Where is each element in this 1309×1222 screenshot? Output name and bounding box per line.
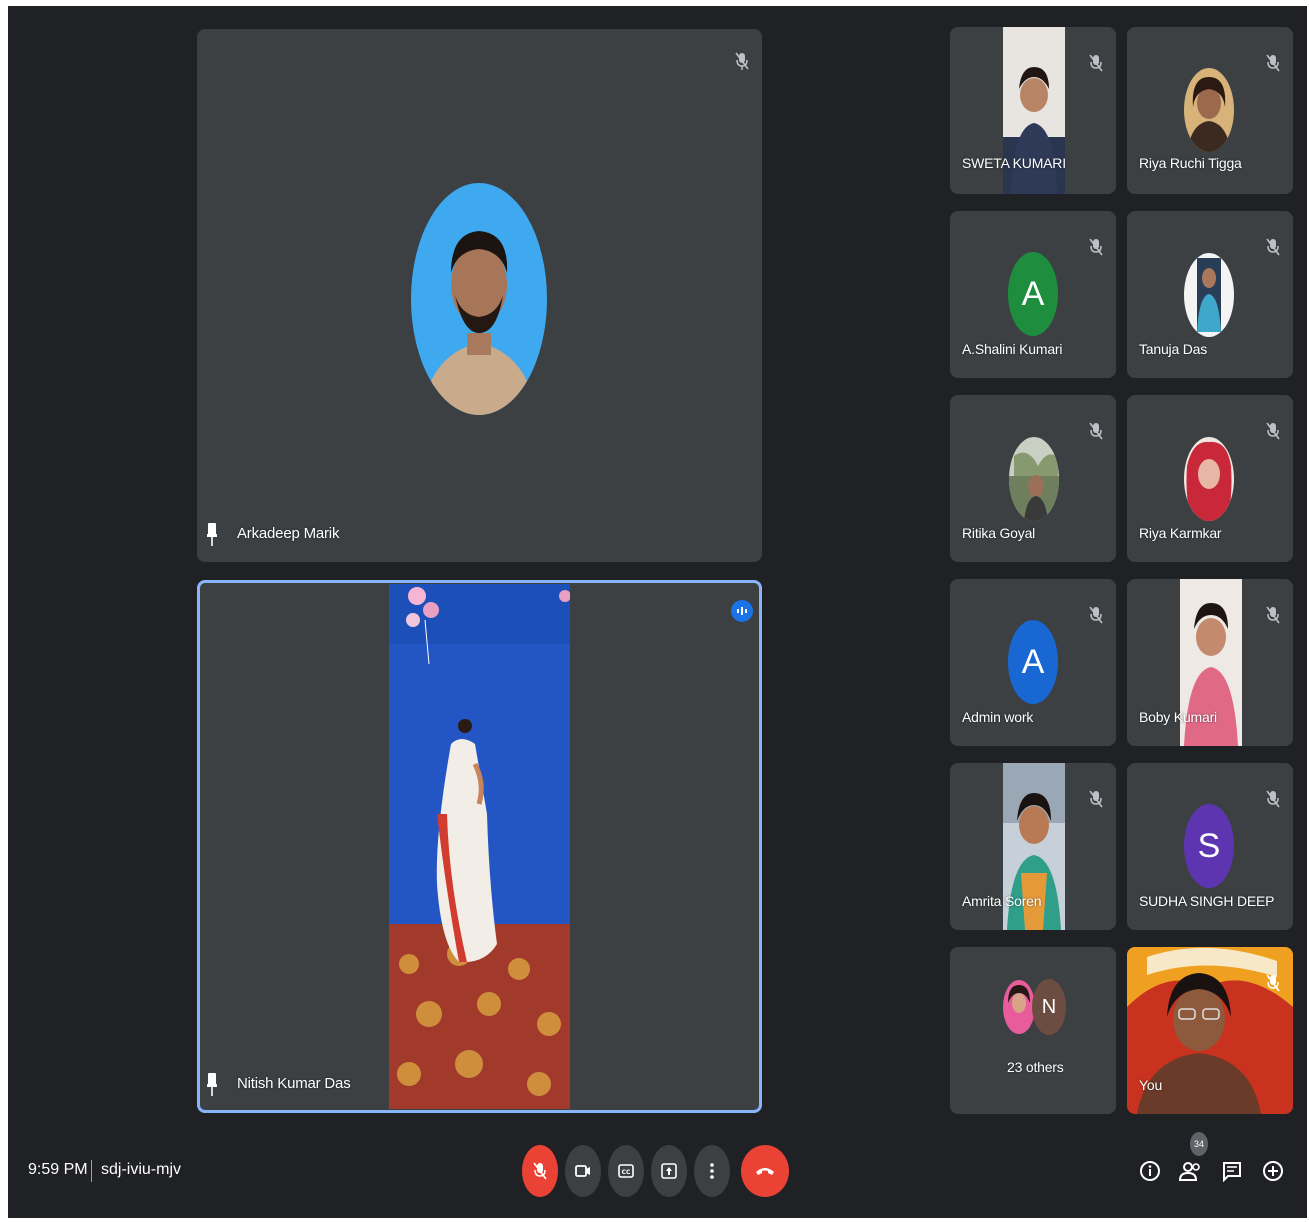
people-button[interactable] [1178, 1158, 1204, 1184]
mic-off-icon [735, 52, 749, 70]
svg-text:CC: CC [622, 1169, 631, 1176]
participant-tile[interactable]: SWETA KUMARI [950, 27, 1116, 194]
participant-name: SUDHA SINGH DEEP [1139, 893, 1275, 909]
participant-name: A.Shalini Kumari [962, 341, 1063, 357]
participant-name: Nitish Kumar Das [237, 1075, 351, 1092]
mic-off-icon [1089, 54, 1103, 72]
mic-off-icon [1266, 790, 1280, 808]
speaking-indicator-icon [731, 600, 753, 622]
mic-off-icon [1089, 422, 1103, 440]
present-screen-icon [661, 1163, 677, 1179]
activities-button[interactable] [1260, 1158, 1286, 1184]
participant-tile[interactable]: S SUDHA SINGH DEEP [1127, 763, 1293, 930]
others-count: 23 others [1007, 1059, 1064, 1075]
participant-tile[interactable]: A Admin work [950, 579, 1116, 746]
chat-button[interactable] [1219, 1158, 1245, 1184]
letter-avatar: A [1008, 252, 1058, 336]
participant-tile[interactable]: A A.Shalini Kumari [950, 211, 1116, 378]
self-tile[interactable]: You [1127, 947, 1293, 1114]
info-icon [1140, 1161, 1160, 1181]
profile-photo-arkadeep [411, 183, 547, 415]
others-tile[interactable]: N 23 others [950, 947, 1116, 1114]
participant-tile[interactable]: Riya Karmkar [1127, 395, 1293, 562]
letter-avatar: A [1008, 620, 1058, 704]
mic-off-icon [533, 1162, 547, 1180]
camera-toggle-button[interactable] [565, 1145, 601, 1197]
mic-off-icon [1266, 974, 1280, 992]
participant-tile[interactable]: Boby Kumari [1127, 579, 1293, 746]
video-camera-icon [575, 1165, 590, 1177]
meeting-stage: Arkadeep Marik Nitish Kumar Das SWETA KU… [8, 6, 1307, 1218]
captions-button[interactable]: CC [608, 1145, 644, 1197]
pin-icon[interactable] [207, 1071, 217, 1097]
more-vertical-icon [710, 1163, 714, 1179]
avatar [1009, 437, 1059, 521]
pin-icon[interactable] [207, 521, 217, 547]
mic-off-icon [1266, 606, 1280, 624]
participant-name: Admin work [962, 709, 1034, 725]
mic-off-icon [1266, 422, 1280, 440]
participant-name: Arkadeep Marik [237, 525, 340, 542]
avatar [1184, 253, 1234, 337]
participant-name: Riya Karmkar [1139, 525, 1222, 541]
activities-icon [1263, 1161, 1283, 1181]
video-feed-nitish [389, 584, 570, 1109]
mic-off-icon [1266, 54, 1280, 72]
meeting-code: sdj-iviu-mjv [101, 1161, 181, 1178]
hang-up-icon [756, 1168, 774, 1175]
participant-name: Boby Kumari [1139, 709, 1217, 725]
participant-tile-arkadeep[interactable]: Arkadeep Marik [197, 29, 762, 562]
avatar [1003, 980, 1035, 1034]
participant-tile[interactable]: Riya Ruchi Tigga [1127, 27, 1293, 194]
microphone-toggle-button[interactable] [522, 1145, 558, 1197]
participant-tile[interactable]: Ritika Goyal [950, 395, 1116, 562]
participant-name: Amrita Soren [962, 893, 1042, 909]
more-options-button[interactable] [694, 1145, 730, 1197]
letter-avatar: N [1032, 979, 1066, 1035]
mic-off-icon [1266, 238, 1280, 256]
people-icon [1179, 1162, 1200, 1181]
meeting-time: 9:59 PM [28, 1161, 88, 1178]
mic-off-icon [1089, 238, 1103, 256]
present-screen-button[interactable] [651, 1145, 687, 1197]
participant-name: Riya Ruchi Tigga [1139, 155, 1242, 171]
avatar [1184, 437, 1234, 521]
participant-tile[interactable]: Tanuja Das [1127, 211, 1293, 378]
participant-count-badge: 34 [1190, 1132, 1208, 1156]
chat-icon [1223, 1162, 1241, 1182]
participant-name: Tanuja Das [1139, 341, 1208, 357]
divider [91, 1160, 92, 1182]
participant-name: You [1139, 1077, 1163, 1093]
leave-call-button[interactable] [741, 1145, 789, 1197]
avatar [1184, 68, 1234, 152]
letter-avatar: S [1184, 804, 1234, 888]
participant-tile-nitish[interactable]: Nitish Kumar Das [197, 580, 762, 1113]
closed-captions-icon: CC [618, 1164, 634, 1178]
mic-off-icon [1089, 790, 1103, 808]
participant-name: Ritika Goyal [962, 525, 1036, 541]
participant-tile[interactable]: Amrita Soren [950, 763, 1116, 930]
meeting-details-button[interactable] [1137, 1158, 1163, 1184]
participant-name: SWETA KUMARI [962, 155, 1066, 171]
mic-off-icon [1089, 606, 1103, 624]
